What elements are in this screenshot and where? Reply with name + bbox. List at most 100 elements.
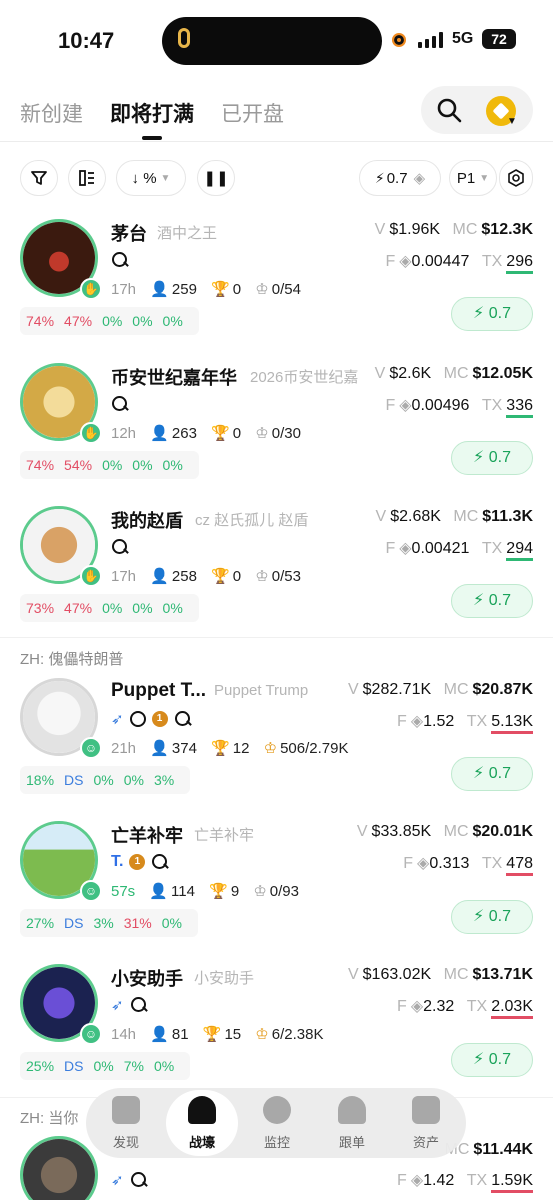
- search-icon[interactable]: [174, 710, 192, 728]
- tab-new[interactable]: 新创建: [20, 98, 83, 128]
- search-icon[interactable]: [130, 996, 148, 1014]
- v-label: V: [374, 365, 386, 382]
- chevron-down-icon[interactable]: ▼: [507, 116, 517, 127]
- sniper-pct: 3%: [93, 915, 114, 931]
- volume-marketcap: V $163.02K MC $13.71K: [340, 966, 533, 984]
- coin-icon: 1: [151, 711, 168, 727]
- search-icon[interactable]: [436, 97, 462, 123]
- search-icon[interactable]: [111, 395, 129, 413]
- quick-buy-button[interactable]: ⚡ 0.7: [451, 297, 533, 331]
- token-name: 亡羊补牢: [111, 826, 183, 846]
- tx-value: 336: [506, 397, 533, 418]
- active-tab-indicator: [142, 136, 162, 140]
- robot-icon: ☺: [80, 1023, 102, 1045]
- percent-bar: 25% DS 0% 7% 0%: [20, 1052, 191, 1080]
- group-label: ZH: 傀儡特朗普: [20, 651, 124, 668]
- trophy-icon: 🏆: [211, 568, 230, 585]
- fee-value: 0.00496: [411, 397, 470, 414]
- filter-button[interactable]: [20, 160, 58, 196]
- insider-pct: 0%: [162, 457, 183, 473]
- token-avatar[interactable]: [20, 1136, 98, 1200]
- age: 17h: [111, 281, 137, 298]
- pause-button[interactable]: ❚❚: [197, 160, 235, 196]
- holders-count: 374: [171, 740, 197, 757]
- mc-label: MC: [443, 681, 469, 698]
- search-icon[interactable]: [111, 251, 129, 269]
- trophy-icon: 🏆: [209, 883, 228, 900]
- quick-buy-button[interactable]: ⚡ 0.7: [451, 441, 533, 475]
- settings-button[interactable]: [499, 160, 533, 196]
- tab-almost-full[interactable]: 即将打满: [110, 98, 194, 128]
- f-label: F: [403, 855, 414, 872]
- preset-select[interactable]: P1 ▼: [449, 160, 497, 196]
- search-icon[interactable]: [111, 538, 129, 556]
- quick-buy-button[interactable]: ⚡ 0.7: [451, 584, 533, 618]
- marketcap-value: $20.01K: [472, 823, 534, 840]
- status-bar: 10:47 5G 72: [0, 0, 553, 80]
- token-stats: 17h 👤 258 🏆 0 ♔ 0/53: [111, 567, 311, 585]
- bnb-chain-icon: ◈: [410, 998, 424, 1015]
- search-icon[interactable]: [130, 1171, 148, 1189]
- holders-icon: 👤: [150, 740, 169, 757]
- feather-icon[interactable]: ➶: [111, 1171, 124, 1189]
- nav-trenches[interactable]: 战壕: [164, 1088, 240, 1158]
- holders-icon: 👤: [150, 1026, 169, 1043]
- volume-value: $2.6K: [389, 365, 432, 382]
- battery-icon: 72: [482, 29, 516, 49]
- token-subtitle: 酒中之王: [157, 225, 218, 242]
- age: 17h: [111, 568, 137, 585]
- crown-count: 6/2.38K: [271, 1026, 324, 1043]
- dev-pct: 47%: [64, 600, 93, 616]
- percent-bar: 18% DS 0% 0% 3%: [20, 766, 191, 794]
- nav-discover[interactable]: 发现: [88, 1088, 164, 1158]
- sniper-pct: 0%: [102, 457, 123, 473]
- caret-down-icon: ▼: [479, 172, 490, 184]
- top10-pct: 25%: [26, 1058, 55, 1074]
- marketcap-value: $11.3K: [482, 508, 533, 525]
- top10-pct: 73%: [26, 600, 55, 616]
- dynamic-island: [162, 17, 382, 65]
- token-name: Puppet T...: [111, 680, 206, 701]
- search-icon[interactable]: [151, 853, 169, 871]
- nav-label: 发现: [112, 1135, 139, 1150]
- fee-value: 0.313: [429, 855, 470, 872]
- trophy-count: 12: [232, 740, 250, 757]
- sort-label: %: [143, 169, 157, 187]
- tx-label: TX: [466, 1172, 488, 1189]
- holders-icon: 👤: [150, 425, 169, 442]
- bnb-chain-icon: ◈: [410, 713, 424, 730]
- feather-icon[interactable]: ➶: [111, 710, 124, 728]
- v-label: V: [375, 508, 387, 525]
- fee-value: 1.52: [423, 713, 455, 730]
- hand-icon: ✋: [80, 422, 102, 444]
- telegram-icon[interactable]: T.: [111, 853, 123, 871]
- nav-assets[interactable]: 资产: [388, 1088, 464, 1158]
- mc-label: MC: [443, 823, 469, 840]
- pause-icon: ❚❚: [203, 170, 229, 187]
- bundle-pct: 0%: [132, 600, 153, 616]
- globe-icon[interactable]: [129, 711, 146, 727]
- tab-launched[interactable]: 已开盘: [221, 98, 284, 128]
- quick-buy-amount-button[interactable]: ⚡ 0.7 ◈: [359, 160, 441, 196]
- filter-icon: [31, 171, 47, 185]
- sort-select[interactable]: ↓ % ▼: [116, 160, 186, 196]
- volume-value: $2.68K: [390, 508, 441, 525]
- quick-buy-button[interactable]: ⚡ 0.7: [451, 900, 533, 934]
- feather-icon[interactable]: ➶: [111, 996, 124, 1014]
- dev-pct: 54%: [64, 457, 93, 473]
- tx-value: 5.13K: [491, 713, 533, 734]
- nav-copy-trade[interactable]: 跟单: [314, 1088, 390, 1158]
- trophy-count: 0: [232, 568, 242, 585]
- crown-count: 0/30: [271, 425, 301, 442]
- quick-buy-button[interactable]: ⚡ 0.7: [451, 1043, 533, 1077]
- layout-button[interactable]: [68, 160, 106, 196]
- coin-icon: 1: [129, 854, 146, 870]
- percent-bar: 27% DS 3% 31% 0%: [20, 909, 198, 937]
- quick-buy-button[interactable]: ⚡ 0.7: [451, 757, 533, 791]
- nav-monitor[interactable]: 监控: [239, 1088, 315, 1158]
- sniper-pct: 0%: [102, 313, 123, 329]
- mc-label: MC: [443, 966, 469, 983]
- v-label: V: [347, 966, 359, 983]
- fee-tx: F ◈2.32 TX 2.03K: [389, 996, 533, 1019]
- nav-label: 监控: [263, 1135, 290, 1150]
